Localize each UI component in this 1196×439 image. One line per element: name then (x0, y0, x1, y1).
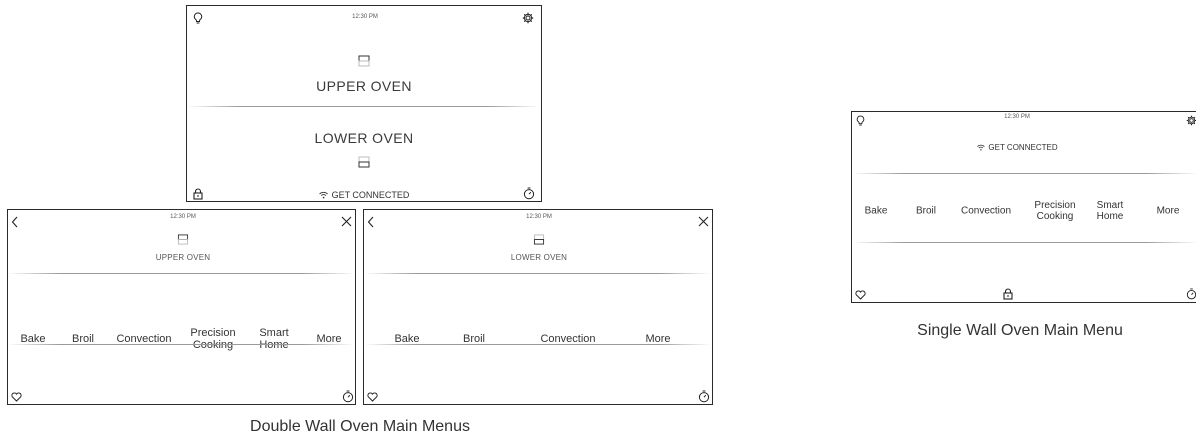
oven-upper-icon (177, 234, 189, 245)
oven-upper-icon (358, 55, 370, 67)
screen-title: LOWER OVEN (510, 253, 568, 262)
lock-icon[interactable] (193, 188, 203, 200)
divider (364, 273, 711, 274)
close-icon[interactable] (341, 216, 352, 227)
divider (852, 242, 1196, 243)
single-oven-menu-screen: 12:30 PM GET CONNECTED Bake Broil Convec… (851, 111, 1196, 303)
timer-icon[interactable] (1186, 288, 1196, 300)
upper-oven-menu-screen: 12:30 PM UPPER OVEN Bake Broil Convectio… (7, 209, 356, 405)
back-icon[interactable] (367, 216, 375, 228)
menu-item-convection[interactable]: Convection (961, 206, 1011, 217)
menu-item-precision-cooking[interactable]: Precision Cooking (1034, 200, 1075, 222)
menu-item-bake[interactable]: Bake (865, 206, 888, 217)
heart-icon[interactable] (367, 392, 378, 402)
lightbulb-icon[interactable] (193, 12, 203, 25)
clock-time: 12:30 PM (352, 14, 378, 20)
lock-icon[interactable] (1003, 288, 1013, 300)
oven-lower-icon (358, 156, 370, 168)
heart-icon[interactable] (11, 392, 22, 402)
divider (187, 106, 540, 107)
lower-oven-menu-screen: 12:30 PM LOWER OVEN Bake Broil Convectio… (363, 209, 713, 405)
back-icon[interactable] (11, 216, 19, 228)
oven-lower-icon (533, 234, 545, 245)
wifi-icon (976, 144, 985, 151)
divider (8, 344, 354, 345)
menu-item-precision-cooking[interactable]: Precision Cooking (190, 327, 235, 351)
lightbulb-icon[interactable] (856, 115, 865, 127)
close-icon[interactable] (698, 216, 709, 227)
screen-title: UPPER OVEN (155, 253, 211, 262)
timer-icon[interactable] (523, 187, 535, 200)
clock-time: 12:30 PM (1004, 114, 1030, 120)
clock-time: 12:30 PM (170, 214, 196, 220)
clock-time: 12:30 PM (526, 214, 552, 220)
divider (364, 344, 711, 345)
timer-icon[interactable] (698, 390, 710, 403)
get-connected-label: GET CONNECTED (988, 143, 1058, 152)
get-connected-button[interactable]: GET CONNECTED (976, 143, 1058, 152)
get-connected-label: GET CONNECTED (331, 190, 410, 200)
lower-oven-label[interactable]: LOWER OVEN (315, 130, 414, 146)
wifi-icon (319, 191, 329, 199)
gear-icon[interactable] (1186, 115, 1196, 126)
heart-icon[interactable] (855, 290, 866, 300)
upper-oven-label[interactable]: UPPER OVEN (316, 78, 412, 94)
divider (852, 173, 1196, 174)
menu-item-smart-home[interactable]: Smart Home (259, 327, 288, 351)
menu-item-more[interactable]: More (1157, 206, 1180, 217)
get-connected-button[interactable]: GET CONNECTED (319, 190, 410, 200)
timer-icon[interactable] (342, 390, 354, 403)
menu-item-broil[interactable]: Broil (916, 206, 936, 217)
double-oven-home-screen: 12:30 PM UPPER OVEN LOWER OVEN GET CONNE… (186, 5, 542, 202)
divider (8, 273, 354, 274)
gear-icon[interactable] (522, 12, 534, 24)
menu-item-smart-home[interactable]: Smart Home (1097, 200, 1124, 222)
single-oven-caption: Single Wall Oven Main Menu (917, 322, 1123, 339)
double-oven-caption: Double Wall Oven Main Menus (250, 418, 470, 435)
